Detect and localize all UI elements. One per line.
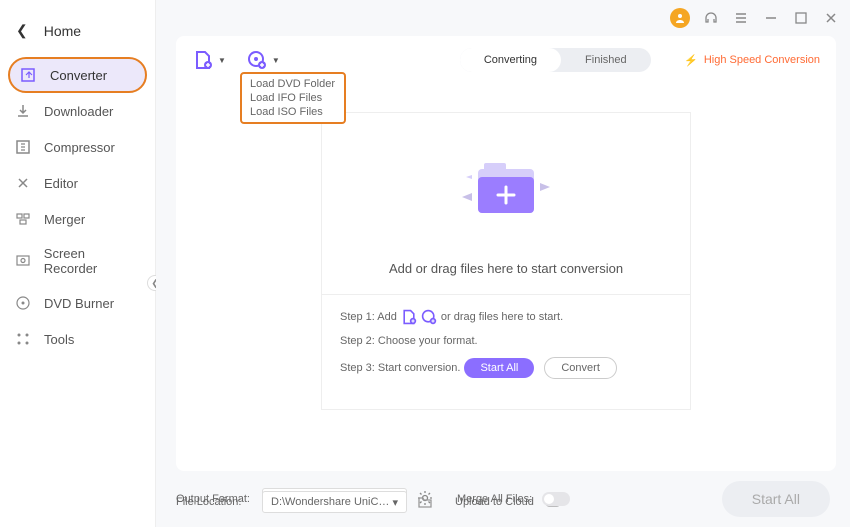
step-2: Step 2: Choose your format. [340, 335, 672, 347]
drop-text: Add or drag files here to start conversi… [322, 261, 690, 276]
titlebar [156, 0, 850, 32]
sidebar-item-label: Tools [44, 332, 74, 347]
sidebar-item-label: DVD Burner [44, 296, 114, 311]
tab-converting[interactable]: Converting [460, 48, 561, 72]
merger-icon [14, 210, 32, 228]
sidebar-item-merger[interactable]: Merger [0, 201, 155, 237]
sidebar-item-compressor[interactable]: Compressor [0, 129, 155, 165]
sidebar-header: ❮ Home [0, 12, 155, 57]
back-chevron-icon[interactable]: ❮ [16, 22, 28, 39]
chevron-down-icon: ▾ [392, 496, 398, 509]
sidebar-item-label: Downloader [44, 104, 113, 119]
dropdown-item-load-iso[interactable]: Load ISO Files [242, 105, 344, 119]
compressor-icon [14, 138, 32, 156]
sidebar: ❮ Home Converter Downloader Compressor E… [0, 0, 156, 527]
sidebar-title: Home [44, 23, 81, 39]
downloader-icon [14, 102, 32, 120]
merge-all-toggle[interactable] [542, 492, 570, 506]
bottom-bar: Output Format: MKV ▾ Merge All Files: St… [156, 471, 850, 527]
upload-cloud-label: Upload to Cloud [455, 496, 534, 508]
content-panel: ▼ ▼ Load DVD Folder Load IFO Files Load … [176, 36, 836, 471]
dropdown-item-load-ifo[interactable]: Load IFO Files [242, 91, 344, 105]
disc-dropdown-menu: Load DVD Folder Load IFO Files Load ISO … [240, 72, 346, 124]
avatar-icon[interactable] [670, 8, 690, 28]
file-location-label: File Location: [176, 496, 252, 508]
toolbar: ▼ ▼ Load DVD Folder Load IFO Files Load … [192, 48, 820, 72]
high-speed-label: High Speed Conversion [704, 54, 820, 66]
dvd-burner-icon [14, 294, 32, 312]
minimize-icon[interactable] [762, 9, 780, 27]
bolt-icon: ⚡ [684, 54, 698, 67]
drop-illustration [322, 137, 690, 247]
steps: Step 1: Add or drag files here to start.… [322, 294, 690, 409]
start-all-button[interactable]: Start All [464, 358, 534, 378]
menu-icon[interactable] [732, 9, 750, 27]
close-icon[interactable] [822, 9, 840, 27]
step-1: Step 1: Add or drag files here to start. [340, 309, 672, 325]
add-file-icon[interactable] [192, 49, 214, 71]
sidebar-item-converter[interactable]: Converter [8, 57, 147, 93]
sidebar-item-label: Editor [44, 176, 78, 191]
sidebar-item-downloader[interactable]: Downloader [0, 93, 155, 129]
convert-button[interactable]: Convert [544, 357, 617, 379]
add-file-mini-icon [401, 309, 417, 325]
editor-icon [14, 174, 32, 192]
tools-icon [14, 330, 32, 348]
headset-icon[interactable] [702, 9, 720, 27]
tabs: Converting Finished [460, 48, 651, 72]
sidebar-item-editor[interactable]: Editor [0, 165, 155, 201]
dropdown-item-load-dvd-folder[interactable]: Load DVD Folder [242, 77, 344, 91]
main-area: ▼ ▼ Load DVD Folder Load IFO Files Load … [156, 0, 850, 527]
sidebar-item-screen-recorder[interactable]: Screen Recorder [0, 237, 155, 285]
sidebar-item-label: Merger [44, 212, 85, 227]
add-disc-icon[interactable] [246, 49, 268, 71]
drop-zone[interactable]: Add or drag files here to start conversi… [321, 112, 691, 410]
add-file-chevron-icon[interactable]: ▼ [218, 56, 226, 65]
sidebar-item-label: Screen Recorder [44, 246, 141, 276]
add-disc-chevron-icon[interactable]: ▼ [272, 56, 280, 65]
add-disc-mini-icon [421, 309, 437, 325]
tab-finished[interactable]: Finished [561, 48, 651, 72]
step-3: Step 3: Start conversion. Start All Conv… [340, 357, 672, 379]
sidebar-item-label: Converter [50, 68, 107, 83]
screen-recorder-icon [14, 252, 32, 270]
sidebar-item-label: Compressor [44, 140, 115, 155]
folder-icon[interactable] [417, 494, 433, 510]
file-location-select[interactable]: D:\Wondershare UniConverter 1 ▾ [262, 491, 407, 513]
sidebar-item-dvd-burner[interactable]: DVD Burner [0, 285, 155, 321]
maximize-icon[interactable] [792, 9, 810, 27]
converter-icon [20, 66, 38, 84]
sidebar-item-tools[interactable]: Tools [0, 321, 155, 357]
high-speed-conversion-link[interactable]: ⚡ High Speed Conversion [684, 54, 820, 67]
